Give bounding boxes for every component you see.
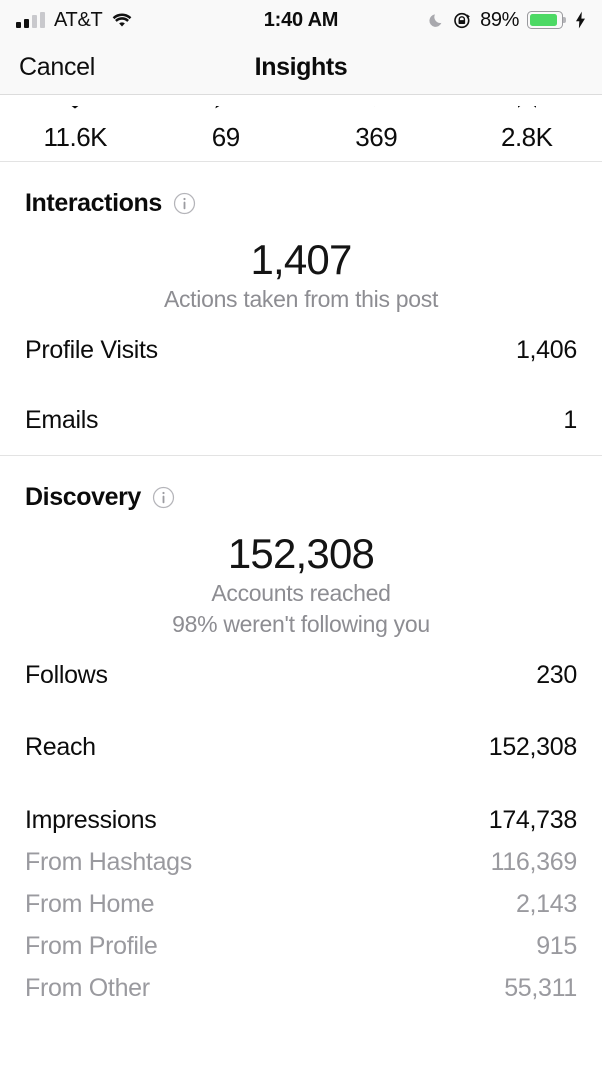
discovery-section: Discovery 152,308 Accounts reached 98% w… [0,454,602,1011]
metric-row-reach: Reach 152,308 [25,711,577,783]
metric-value: 1,406 [515,335,577,364]
metric-value: 1 [563,405,577,434]
metric-label: Reach [25,733,96,762]
cancel-button[interactable]: Cancel [0,53,95,82]
metric-row-emails: Emails 1 [25,385,577,455]
post-stats-row: 11.6K 69 369 2.8K [0,95,602,162]
charging-bolt-icon [575,11,586,29]
battery-level-fill [529,13,558,27]
heart-icon [55,106,95,122]
discovery-total-value: 152,308 [227,529,375,577]
info-icon[interactable] [173,192,196,215]
interactions-total-caption: Actions taken from this post [163,286,439,313]
wifi-icon [111,12,133,29]
metric-row-impressions: Impressions 174,738 [25,783,577,842]
metric-label: Follows [25,661,108,690]
info-icon[interactable] [152,486,175,509]
interactions-section: Interactions 1,407 Actions taken from th… [0,162,602,455]
bookmark-icon [507,106,547,122]
status-bar-left: AT&T [16,9,133,32]
comment-icon [206,106,246,122]
metric-row-from-home: From Home 2,143 [25,884,577,926]
discovery-follower-note: 98% weren't following you [172,610,430,637]
metric-row-from-hashtags: From Hashtags 116,369 [25,842,577,884]
post-stat-value: 369 [355,122,398,153]
section-title: Interactions [25,189,162,217]
metric-label: From Hashtags [25,848,192,877]
metric-value: 2,143 [515,890,577,919]
metric-value: 230 [536,661,577,690]
impressions-breakdown: From Hashtags 116,369 From Home 2,143 Fr… [25,842,577,1010]
status-bar-right: 89% [428,9,586,32]
metric-value: 116,369 [490,848,578,877]
metric-row-from-profile: From Profile 915 [25,926,577,968]
moon-icon [428,11,445,29]
interactions-header: Interactions [0,162,602,218]
battery-percentage: 89% [480,8,519,31]
discovery-rows: Follows 230 Reach 152,308 Impressions 17… [0,639,602,1010]
post-stat-value: 11.6K [43,122,107,153]
metric-value: 55,311 [504,974,577,1003]
metric-label: From Profile [25,932,158,961]
section-title: Discovery [25,482,141,511]
metric-label: From Home [25,890,155,919]
discovery-main-rows: Follows 230 Reach 152,308 [25,639,577,783]
discovery-summary: 152,308 Accounts reached 98% weren't fol… [0,512,602,639]
post-stat-value: 2.8K [501,122,553,153]
share-icon [356,106,396,122]
status-bar: AT&T 1:40 AM 89% [0,0,602,40]
metric-label: From Other [25,974,150,1003]
post-stat-comments[interactable]: 69 [151,106,302,153]
battery-icon [527,11,563,29]
interactions-total-value: 1,407 [250,236,352,283]
discovery-header: Discovery [0,456,602,512]
interactions-summary: 1,407 Actions taken from this post [0,218,602,315]
metric-value: 174,738 [488,806,578,835]
metric-row-profile-visits: Profile Visits 1,406 [25,315,577,385]
carrier-label: AT&T [54,8,103,31]
metric-value: 915 [536,932,577,961]
interactions-rows: Profile Visits 1,406 Emails 1 [0,315,602,455]
post-stat-value: 69 [211,122,240,153]
post-stat-shares[interactable]: 369 [301,106,452,153]
metric-row-follows: Follows 230 [25,639,577,711]
post-stat-likes[interactable]: 11.6K [0,106,151,153]
discovery-total-caption: Accounts reached [211,580,391,607]
post-stat-saves[interactable]: 2.8K [452,106,602,153]
metric-label: Profile Visits [25,335,158,364]
metric-label: Impressions [25,806,157,835]
navigation-bar: Cancel Insights [0,40,602,95]
metric-row-from-other: From Other 55,311 [25,968,577,1010]
metric-value: 152,308 [488,733,578,762]
rotation-lock-icon [453,11,472,30]
metric-label: Emails [25,405,99,434]
cellular-signal-icon [16,12,45,28]
